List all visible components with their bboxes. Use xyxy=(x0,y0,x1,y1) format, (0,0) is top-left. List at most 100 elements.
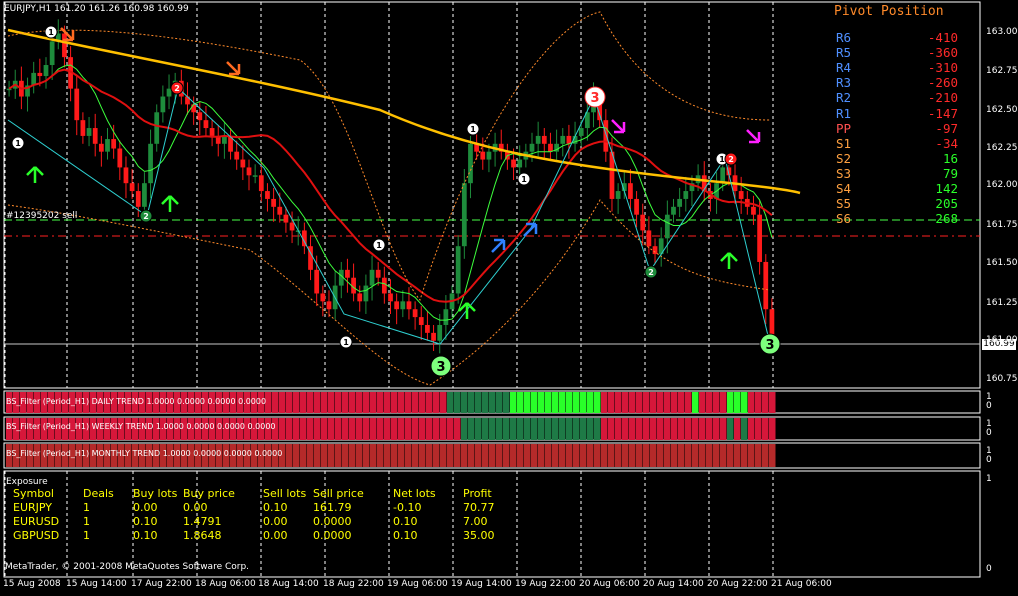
exposure-header: Deals xyxy=(83,487,114,500)
daily-trend-bar xyxy=(748,392,755,413)
monthly-trend-bar xyxy=(384,444,391,467)
monthly-trend-bar xyxy=(552,444,559,467)
daily-trend-bar xyxy=(720,392,727,413)
weekly-trend-bar xyxy=(468,418,475,440)
daily-trend-bar xyxy=(643,392,650,413)
candle-body xyxy=(640,214,646,231)
weekly-trend-bar xyxy=(678,418,685,440)
monthly-trend-bar xyxy=(363,444,370,467)
time-tick: 17 Aug 22:00 xyxy=(131,579,192,589)
weekly-trend-bar xyxy=(587,418,594,440)
pivot-level-name: R2 xyxy=(836,90,852,106)
pivot-level-value: -410 xyxy=(927,30,958,45)
candle-body xyxy=(751,206,756,215)
daily-trend-bar xyxy=(489,392,496,413)
candle-body xyxy=(652,246,658,255)
up-arrow xyxy=(26,166,44,183)
monthly-trend-bar xyxy=(440,444,447,467)
exposure-cell: 7.00 xyxy=(463,515,488,528)
candle-body xyxy=(418,317,424,325)
copyright: MetaTrader, © 2001-2008 MetaQuotes Softw… xyxy=(5,562,250,572)
weekly-trend-bar xyxy=(349,418,356,440)
monthly-trend-bar xyxy=(573,444,580,467)
time-tick: 18 Aug 22:00 xyxy=(323,579,384,589)
daily-trend-bar xyxy=(531,392,538,413)
candle-body xyxy=(92,128,98,144)
pivot-row-s3: S3 79 xyxy=(836,166,958,181)
monthly-trend-bar xyxy=(496,444,503,467)
daily-trend-bar xyxy=(496,392,503,413)
exposure-cell: 0.00 xyxy=(133,501,158,514)
daily-trend-bar xyxy=(615,392,622,413)
daily-trend-bar xyxy=(587,392,594,413)
monthly-trend-bar xyxy=(475,444,482,467)
daily-trend-bar xyxy=(741,392,748,413)
daily-trend-bar xyxy=(769,392,776,413)
daily-trend-bar xyxy=(293,392,300,413)
candle-body xyxy=(646,230,652,247)
candle-body xyxy=(486,151,492,160)
monthly-trend-bar xyxy=(615,444,622,467)
candle-body xyxy=(763,261,769,310)
monthly-trend-bar xyxy=(377,444,384,467)
pivot-level-name: S2 xyxy=(836,150,852,166)
pivot-level-value: -147 xyxy=(927,105,958,121)
weekly-trend-bar xyxy=(713,418,720,440)
exposure-header: Sell lots xyxy=(263,487,307,500)
up-arrow xyxy=(161,195,179,212)
daily-trend-bar xyxy=(678,392,685,413)
monthly-trend-bar xyxy=(433,444,440,467)
candle-body xyxy=(314,269,320,294)
weekly-axis-bottom: 0 xyxy=(986,428,992,438)
candle-body xyxy=(49,41,55,66)
time-tick: 18 Aug 06:00 xyxy=(195,579,256,589)
monthly-trend-bar xyxy=(601,444,608,467)
daily-trend-bar xyxy=(384,392,391,413)
monthly-trend-bar xyxy=(608,444,615,467)
candle-body xyxy=(129,183,135,192)
time-tick: 20 Aug 22:00 xyxy=(707,579,768,589)
candle-body xyxy=(246,167,252,176)
monthly-trend-bar xyxy=(741,444,748,467)
weekly-trend-bar xyxy=(755,418,762,440)
monthly-trend-bar xyxy=(412,444,419,467)
pivot-circle-number: 1 xyxy=(343,338,349,347)
weekly-trend-bar xyxy=(650,418,657,440)
price-tick: 161.25 xyxy=(986,298,1018,308)
candle-body xyxy=(320,293,326,302)
monthly-axis-bottom: 0 xyxy=(986,455,992,465)
exposure-header: Buy lots xyxy=(133,487,178,500)
exposure-cell: 1 xyxy=(83,501,90,514)
monthly-trend-bar xyxy=(328,444,335,467)
candle-body xyxy=(664,214,670,239)
daily-trend-bar xyxy=(503,392,510,413)
pivot-row-r1: R1 -147 xyxy=(836,106,958,121)
weekly-trend-bar xyxy=(342,418,349,440)
monthly-trend-bar xyxy=(468,444,475,467)
candle-body xyxy=(437,324,443,341)
daily-trend-bar xyxy=(447,392,454,413)
daily-trend-bar xyxy=(762,392,769,413)
daily-trend-bar xyxy=(671,392,678,413)
pivot-level-value: 205 xyxy=(935,196,958,212)
exposure-cell: 0.10 xyxy=(393,529,418,542)
weekly-trend-bar xyxy=(321,418,328,440)
exposure-cell: 0.10 xyxy=(133,529,158,542)
exposure-header: Symbol xyxy=(13,487,54,500)
candle-body xyxy=(480,151,486,160)
daily-trend-bar xyxy=(405,392,412,413)
candle-body xyxy=(412,309,418,318)
daily-trend-bar xyxy=(461,392,468,413)
monthly-trend-bar xyxy=(342,444,349,467)
candle-body xyxy=(74,88,80,121)
time-tick: 19 Aug 06:00 xyxy=(387,579,448,589)
weekly-trend-bar xyxy=(671,418,678,440)
candle-body xyxy=(400,301,406,310)
weekly-trend-bar xyxy=(482,418,489,440)
candle-body xyxy=(191,104,197,113)
weekly-trend-bar xyxy=(629,418,636,440)
price-tick: 163.00 xyxy=(986,27,1018,37)
weekly-trend-bar xyxy=(636,418,643,440)
monthly-trend-bar xyxy=(657,444,664,467)
pivot-row-s4: S4 142 xyxy=(836,181,958,196)
